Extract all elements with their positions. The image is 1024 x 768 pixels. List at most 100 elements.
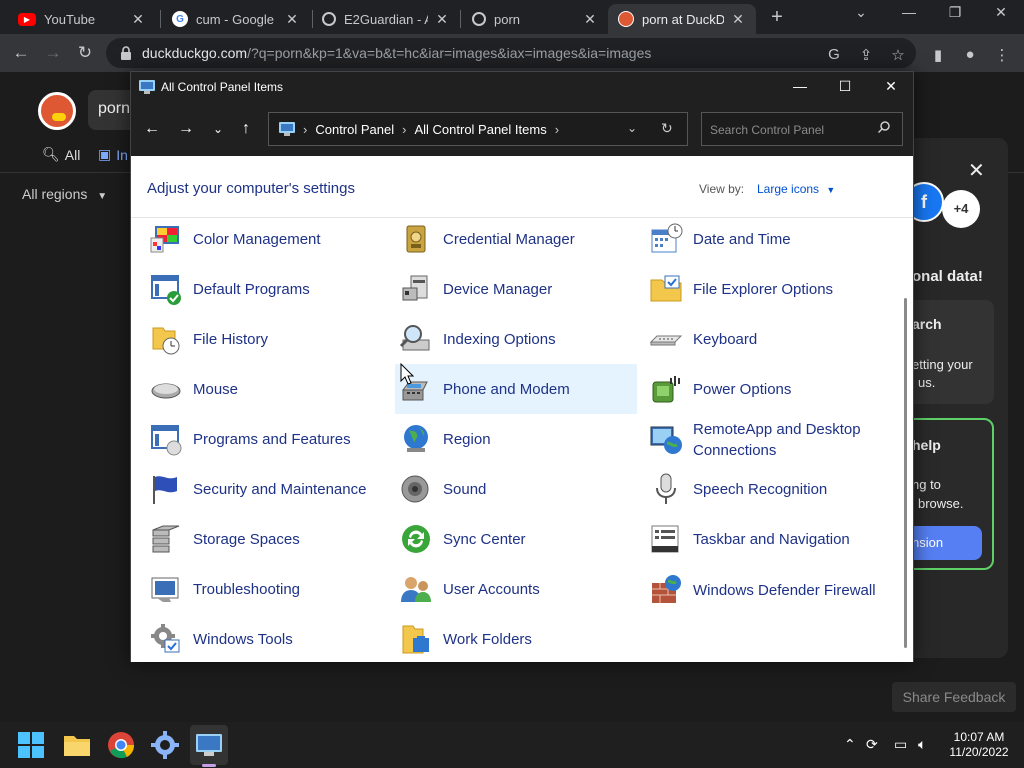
window-title: All Control Panel Items — [161, 80, 284, 94]
share-feedback-button[interactable]: Share Feedback — [892, 682, 1016, 712]
close-button[interactable]: ✕ — [876, 78, 906, 95]
cp-item-work-folders[interactable]: Work Folders — [395, 614, 637, 664]
restore-button[interactable]: ❐ — [940, 4, 970, 21]
menu-kebab-icon[interactable]: ⋮ — [992, 46, 1012, 64]
chevron-down-icon[interactable]: ⌄ — [627, 121, 637, 135]
search-control-panel-input[interactable]: Search Control Panel — [701, 112, 903, 146]
forward-button[interactable]: → — [42, 42, 64, 64]
maximize-button[interactable]: ☐ — [830, 78, 860, 95]
sync-alert-icon[interactable]: ⟳ — [866, 736, 878, 753]
cp-item-security-and-maintenance[interactable]: Security and Maintenance — [145, 464, 387, 514]
cp-item-credential-manager[interactable]: Credential Manager — [395, 214, 637, 264]
close-icon[interactable]: ✕ — [130, 11, 146, 28]
caret-down-icon: ▼ — [97, 191, 108, 202]
cp-item-file-history[interactable]: File History — [145, 314, 387, 364]
minimize-button[interactable]: — — [894, 4, 924, 20]
cp-item-region[interactable]: Region — [395, 414, 637, 464]
forward-button[interactable]: → — [175, 118, 197, 140]
cp-item-troubleshooting[interactable]: Troubleshooting — [145, 564, 387, 614]
chrome-icon[interactable] — [106, 730, 136, 760]
tracker-count-badge: +4 — [942, 190, 980, 228]
back-button[interactable]: ← — [141, 118, 163, 140]
windows-start-icon[interactable] — [18, 732, 44, 758]
volume-icon[interactable]: 🔈︎ — [918, 736, 926, 753]
cp-item-label: Work Folders — [443, 630, 532, 648]
ddg-tab-images[interactable]: ▣ In — [98, 146, 128, 163]
cp-item-indexing-options[interactable]: Indexing Options — [395, 314, 637, 364]
share-icon[interactable]: ⇪ — [856, 46, 876, 64]
cp-item-power-options[interactable]: Power Options — [645, 364, 887, 414]
cp-item-mouse[interactable]: Mouse — [145, 364, 387, 414]
reload-button[interactable]: ↻ — [74, 42, 96, 64]
tab-search[interactable]: porn ✕ — [462, 4, 608, 34]
profile-icon[interactable]: ● — [960, 46, 980, 63]
chevron-up-icon[interactable]: ⌃ — [844, 736, 856, 753]
back-button[interactable]: ← — [10, 42, 32, 64]
bookmark-star-icon[interactable]: ☆ — [888, 46, 908, 64]
cp-item-device-manager[interactable]: Device Manager — [395, 264, 637, 314]
close-icon[interactable]: ✕ — [968, 158, 985, 183]
duckduckgo-logo-icon[interactable] — [38, 92, 76, 130]
system-clock[interactable]: 10:07 AM 11/20/2022 — [944, 730, 1014, 760]
tab-e2guardian[interactable]: E2Guardian - Ac ✕ — [312, 4, 460, 34]
cp-item-label: RemoteApp and Desktop Connections — [693, 421, 861, 459]
cp-item-storage-spaces[interactable]: Storage Spaces — [145, 514, 387, 564]
browser-toolbar: ← → ↻ duckduckgo.com/?q=porn&kp=1&va=b&t… — [0, 34, 1024, 72]
tab-youtube[interactable]: ▶ YouTube ✕ — [8, 4, 156, 34]
cp-item-speech-recognition[interactable]: Speech Recognition — [645, 464, 887, 514]
speaker-icon — [401, 475, 429, 503]
cp-item-windows-defender-firewall[interactable]: Windows Defender Firewall — [645, 564, 887, 616]
cp-item-windows-tools[interactable]: Windows Tools — [145, 614, 387, 664]
new-tab-button[interactable]: + — [766, 6, 788, 28]
side-panel-icon[interactable]: ▮ — [928, 46, 948, 64]
image-icon: ▣ — [98, 146, 112, 162]
cp-item-keyboard[interactable]: Keyboard — [645, 314, 887, 364]
cp-item-default-programs[interactable]: Default Programs — [145, 264, 387, 314]
google-lens-icon[interactable]: G — [824, 46, 844, 63]
settings-gear-icon[interactable] — [150, 730, 180, 760]
device-manager-icon — [402, 275, 428, 301]
cp-item-phone-and-modem[interactable]: Phone and Modem — [395, 364, 637, 414]
cp-item-user-accounts[interactable]: User Accounts — [395, 564, 637, 614]
view-by-dropdown[interactable]: Large icons ▼ — [757, 182, 835, 196]
recent-locations-chevron-icon[interactable]: ⌄ — [207, 118, 229, 140]
close-icon[interactable]: ✕ — [434, 11, 450, 28]
cp-item-label: File Explorer Options — [693, 280, 834, 298]
ddg-tab-all[interactable]: 🔍︎ All — [42, 146, 80, 163]
cp-item-date-and-time[interactable]: Date and Time — [645, 214, 887, 264]
tab-duckduckgo[interactable]: porn at DuckDu ✕ — [608, 4, 756, 34]
breadcrumb-all-items[interactable]: All Control Panel Items — [414, 122, 546, 137]
credential-manager-icon — [406, 225, 426, 253]
cp-item-label: Windows Defender Firewall — [693, 581, 876, 599]
cp-item-programs-and-features[interactable]: Programs and Features — [145, 414, 387, 464]
user-accounts-icon — [401, 577, 431, 602]
refresh-icon[interactable]: ↻ — [661, 120, 673, 137]
view-by-value: Large icons — [757, 182, 820, 196]
address-bar[interactable]: duckduckgo.com/?q=porn&kp=1&va=b&t=hc&ia… — [106, 38, 916, 68]
close-window-button[interactable]: ✕ — [986, 4, 1016, 21]
file-explorer-icon[interactable] — [62, 730, 92, 760]
minimize-button[interactable]: — — [785, 78, 815, 94]
up-button[interactable]: ↑ — [235, 118, 257, 140]
window-titlebar[interactable]: All Control Panel Items — ☐ ✕ — [131, 72, 913, 102]
cp-item-label: Keyboard — [693, 330, 758, 348]
vertical-scrollbar[interactable] — [904, 298, 907, 648]
url-host: duckduckgo.com — [142, 45, 248, 61]
cp-item-sync-center[interactable]: Sync Center — [395, 514, 637, 564]
cp-item-sound[interactable]: Sound — [395, 464, 637, 514]
cp-item-file-explorer-options[interactable]: File Explorer Options — [645, 264, 887, 314]
tab-search-chevron-icon[interactable]: ⌄ — [846, 4, 876, 21]
cp-item-taskbar-and-navigation[interactable]: Taskbar and Navigation — [645, 514, 887, 564]
address-breadcrumb[interactable]: › Control Panel › All Control Panel Item… — [268, 112, 688, 146]
tab-google-search[interactable]: G cum - Google S ✕ — [162, 4, 310, 34]
cp-item-label: Credential Manager — [443, 230, 575, 248]
close-icon[interactable]: ✕ — [284, 11, 300, 28]
control-panel-taskbar-icon[interactable] — [194, 730, 224, 760]
ddg-regions-dropdown[interactable]: All regions ▼ — [22, 186, 107, 202]
close-icon[interactable]: ✕ — [582, 11, 598, 28]
cp-item-color-management[interactable]: Color Management — [145, 214, 387, 264]
breadcrumb-control-panel[interactable]: Control Panel — [315, 122, 394, 137]
close-icon[interactable]: ✕ — [730, 11, 746, 28]
network-icon[interactable]: ▭ — [894, 736, 907, 753]
cp-item-remoteapp[interactable]: RemoteApp and Desktop Connections — [645, 414, 887, 466]
